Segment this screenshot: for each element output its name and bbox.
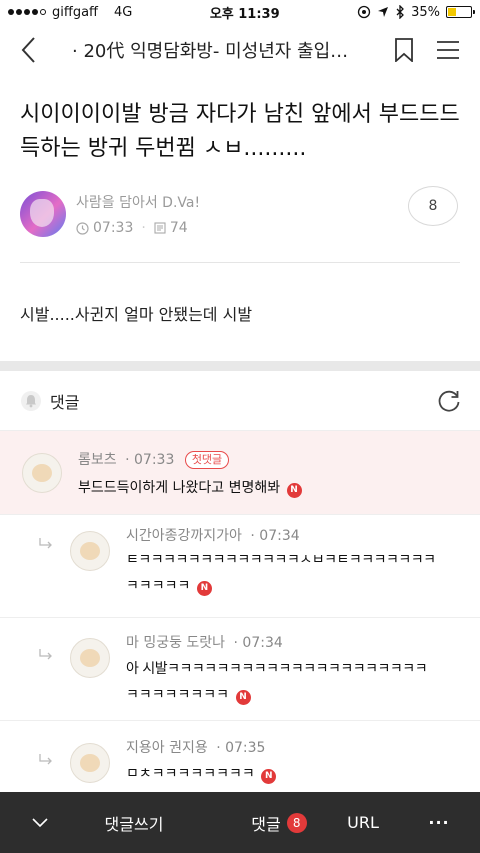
post-views: 74 <box>169 220 188 236</box>
comments-count-badge: 8 <box>286 812 307 833</box>
author-row: 사람을 담아서 D.Va! 07:33 · 74 8 <box>0 166 480 246</box>
new-badge: N <box>286 483 302 498</box>
commenter-avatar[interactable] <box>70 743 110 783</box>
clock-icon <box>76 221 89 235</box>
comment-text-row: 아 시발ㅋㅋㅋㅋㅋㅋㅋㅋㅋㅋㅋㅋㅋㅋㅋㅋㅋㅋㅋㅋㅋ ㅋㅋㅋㅋㅋㅋㅋㅋ N <box>126 656 461 708</box>
comment-header: 시간아종강까지가아 · 07:34 <box>126 525 300 545</box>
commenter-name[interactable]: 롬보츠 <box>78 452 117 468</box>
reply-item: 마 밍궁둥 도랏나 · 07:34 아 시발ㅋㅋㅋㅋㅋㅋㅋㅋㅋㅋㅋㅋㅋㅋㅋㅋㅋㅋ… <box>0 618 480 721</box>
url-button[interactable]: URL <box>328 813 398 832</box>
reply-arrow-icon <box>39 754 52 765</box>
bookmark-icon <box>395 38 413 62</box>
comments-header: 댓글 <box>0 371 480 431</box>
comment-text-line1: 아 시발ㅋㅋㅋㅋㅋㅋㅋㅋㅋㅋㅋㅋㅋㅋㅋㅋㅋㅋㅋㅋㅋ <box>126 661 428 677</box>
comment-text-row: ㅁㅊㅋㅋㅋㅋㅋㅋㅋㅋ N <box>126 761 277 787</box>
post-meta: 07:33 · 74 <box>76 220 200 236</box>
arrow-icon <box>378 7 389 17</box>
comment-text-line2: ㅋㅋㅋㅋㅋㅋㅋㅋ N <box>126 682 461 708</box>
nav-bar: · 20代 익명담화방- 미성년자 출입… <box>0 24 480 76</box>
author-info: 사람을 담아서 D.Va! 07:33 · 74 <box>76 192 200 236</box>
views-icon <box>154 222 166 234</box>
status-left: giffgaff 4G <box>8 5 132 20</box>
menu-icon <box>437 41 459 59</box>
status-bar: giffgaff 4G 오후 11:39 35% <box>0 0 480 24</box>
reply-arrow-icon <box>39 649 52 660</box>
comments-button[interactable]: 댓글 8 <box>188 811 328 835</box>
battery-icon <box>446 6 475 18</box>
comment-time: · 07:33 <box>125 452 175 468</box>
battery-fill <box>448 8 456 16</box>
post-time: 07:33 <box>93 220 134 236</box>
more-button[interactable]: ··· <box>398 813 480 832</box>
comment-text-row: 부드드득이하게 나왔다고 변명해봐 N <box>78 475 302 501</box>
author-avatar[interactable] <box>20 191 66 237</box>
comment-text-line2: ㅋㅋㅋㅋㅋ N <box>126 573 456 599</box>
comment-count-bubble[interactable]: 8 <box>408 186 458 226</box>
comment-header: 마 밍궁둥 도랏나 · 07:34 <box>126 632 283 652</box>
comments-label: 댓글 <box>50 392 80 412</box>
bottom-toolbar: 댓글쓰기 댓글 8 URL ··· <box>0 792 480 853</box>
bluetooth-icon <box>396 5 405 19</box>
network-type: 4G <box>114 4 133 20</box>
chevron-down-icon <box>32 817 48 827</box>
commenter-avatar[interactable] <box>22 453 62 493</box>
comment-time: · 07:35 <box>216 740 266 756</box>
status-right: 35% <box>357 4 475 20</box>
commenter-name[interactable]: 지용아 권지용 <box>126 740 208 756</box>
comment-text: ㅁㅊㅋㅋㅋㅋㅋㅋㅋㅋ <box>126 766 255 782</box>
comment-item: 롬보츠 · 07:33 첫댓글 부드드득이하게 나왔다고 변명해봐 N <box>0 431 480 515</box>
refresh-icon[interactable] <box>436 388 462 414</box>
new-badge: N <box>235 690 251 705</box>
carrier-name: giffgaff <box>52 4 98 20</box>
write-comment-button[interactable]: 댓글쓰기 <box>80 811 188 835</box>
post-body: 시발.....사귄지 얼마 안됐는데 시발 <box>20 305 253 324</box>
comment-header: 지용아 권지용 · 07:35 <box>126 737 265 757</box>
back-chevron-icon <box>21 37 35 63</box>
reply-item: 시간아종강까지가아 · 07:34 ㅌㅋㅋㅋㅋㅋㅋㅋㅋㅋㅋㅋㅋㅋㅅㅂㅋㅌㅋㅋㅋㅋ… <box>0 515 480 618</box>
comment-time: · 07:34 <box>250 528 300 544</box>
author-name[interactable]: 사람을 담아서 D.Va! <box>76 192 200 212</box>
back-button[interactable] <box>10 30 46 70</box>
signal-dots-icon <box>8 9 46 15</box>
comment-header: 롬보츠 · 07:33 첫댓글 <box>78 449 230 469</box>
post-title: 시이이이이발 방금 자다가 남친 앞에서 부드드드 득하는 방귀 두번뀜 ㅅㅂ.… <box>20 102 460 161</box>
commenter-avatar[interactable] <box>70 531 110 571</box>
commenter-name[interactable]: 시간아종강까지가아 <box>126 528 242 544</box>
first-comment-badge: 첫댓글 <box>184 451 230 469</box>
comment-text: 부드드득이하게 나왔다고 변명해봐 <box>78 480 281 496</box>
comment-text-line1: ㅌㅋㅋㅋㅋㅋㅋㅋㅋㅋㅋㅋㅋㅋㅅㅂㅋㅌㅋㅋㅋㅋㅋㅋㅋ <box>126 552 436 568</box>
bookmark-button[interactable] <box>382 30 426 70</box>
comments-button-label: 댓글 <box>251 814 281 834</box>
new-badge: N <box>196 581 212 596</box>
location-icon <box>357 5 371 19</box>
battery-percent: 35% <box>411 4 440 20</box>
section-gap <box>0 361 480 371</box>
new-badge: N <box>261 769 277 784</box>
comment-text-row: ㅌㅋㅋㅋㅋㅋㅋㅋㅋㅋㅋㅋㅋㅋㅅㅂㅋㅌㅋㅋㅋㅋㅋㅋㅋ ㅋㅋㅋㅋㅋ N <box>126 547 456 599</box>
commenter-avatar[interactable] <box>70 638 110 678</box>
meta-separator: · <box>141 220 146 236</box>
commenter-name[interactable]: 마 밍궁둥 도랏나 <box>126 635 225 651</box>
menu-button[interactable] <box>426 30 470 70</box>
comment-time: · 07:34 <box>233 635 283 651</box>
collapse-button[interactable] <box>0 817 80 828</box>
reply-arrow-icon <box>39 538 52 549</box>
board-title[interactable]: · 20代 익명담화방- 미성년자 출입… <box>46 37 382 63</box>
bell-icon[interactable] <box>20 390 42 412</box>
clock-time: 오후 11:39 <box>209 6 280 22</box>
